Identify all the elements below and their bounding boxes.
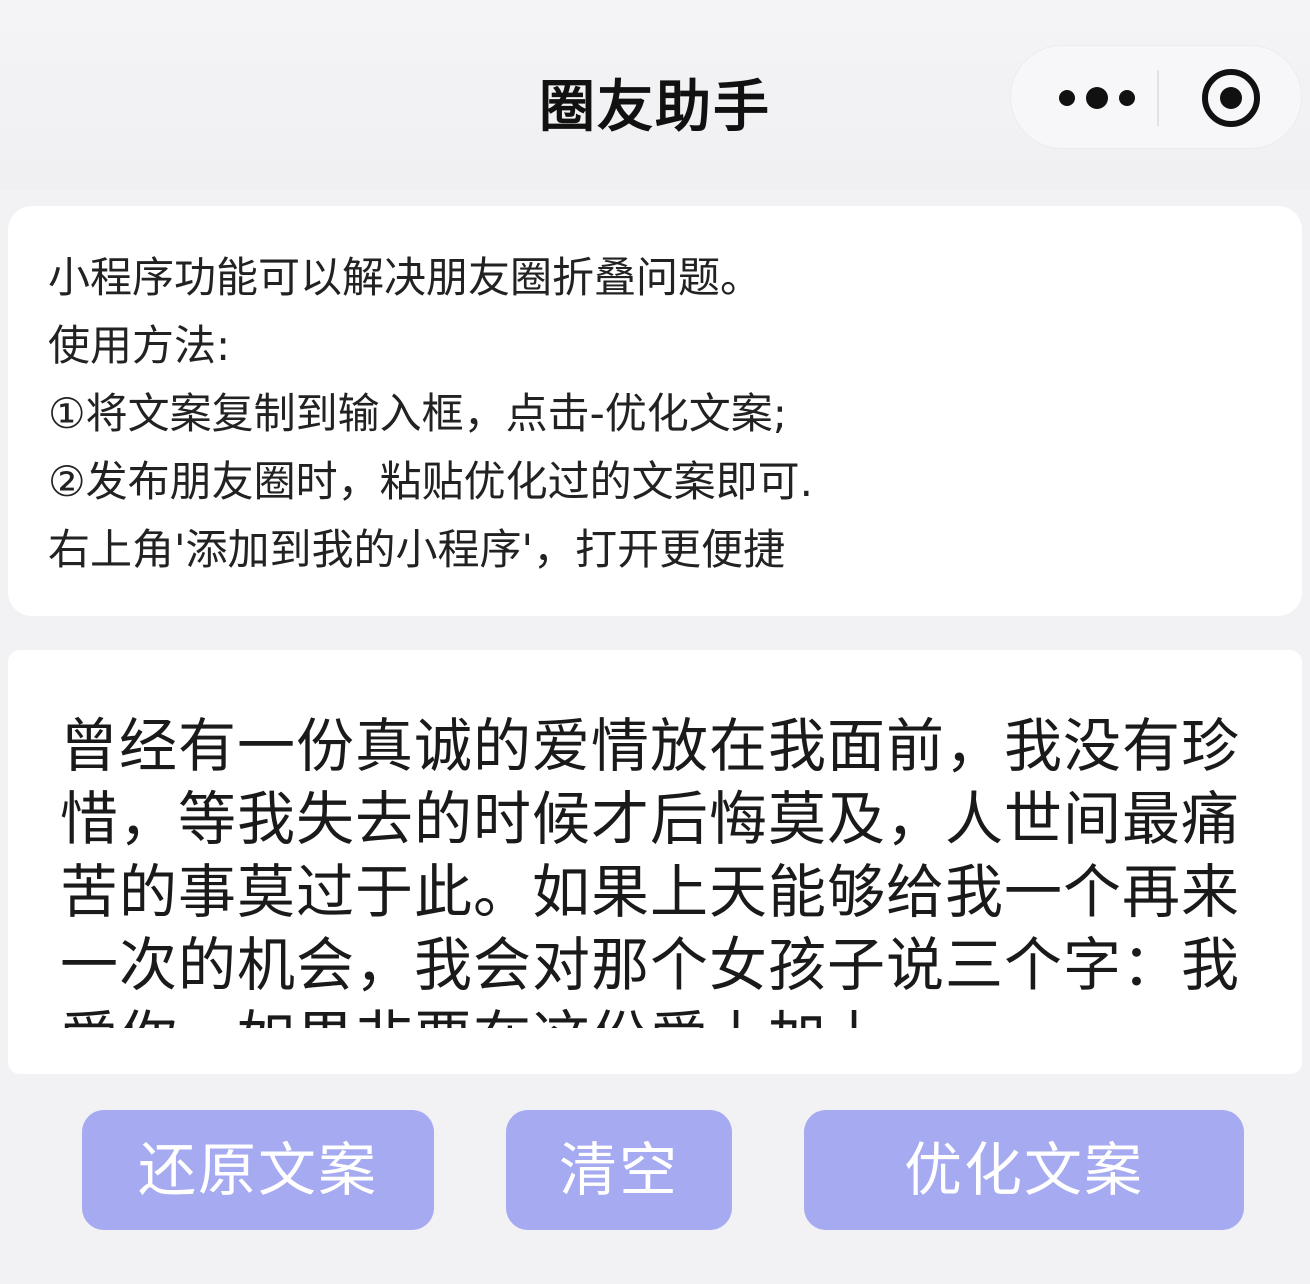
target-circle-icon	[1202, 69, 1260, 127]
more-dots-icon	[1059, 87, 1135, 109]
optimize-text-button[interactable]: 优化文案	[804, 1110, 1244, 1230]
notice-line: ①将文案复制到输入框，点击-优化文案;	[48, 389, 787, 438]
more-button[interactable]	[1051, 80, 1151, 116]
restore-text-button[interactable]: 还原文案	[82, 1110, 434, 1230]
close-button[interactable]	[1199, 66, 1263, 130]
text-editor-card: 曾经有一份真诚的爱情放在我面前，我没有珍惜，等我失去的时候才后悔莫及，人世间最痛…	[8, 650, 1302, 1074]
capsule-menu	[1010, 45, 1302, 149]
notice-line: ②发布朋友圈时，粘贴优化过的文案即可.	[48, 457, 814, 506]
clear-button[interactable]: 清空	[506, 1110, 732, 1230]
navigation-bar: 圈友助手	[0, 0, 1310, 190]
copy-text-input[interactable]: 曾经有一份真诚的爱情放在我面前，我没有珍惜，等我失去的时候才后悔莫及，人世间最痛…	[60, 710, 1260, 1028]
capsule-divider	[1157, 70, 1159, 126]
mini-program-page: 圈友助手 小程序功能可以解决朋友圈折叠问题。 使用方法: ①将文案复制到输入框，…	[0, 0, 1310, 1284]
notice-line: 右上角'添加到我的小程序'，打开更便捷	[48, 525, 786, 574]
notice-line: 小程序功能可以解决朋友圈折叠问题。	[48, 253, 763, 302]
notice-line: 使用方法:	[48, 321, 231, 370]
usage-notice-card: 小程序功能可以解决朋友圈折叠问题。 使用方法: ①将文案复制到输入框，点击-优化…	[8, 206, 1302, 616]
